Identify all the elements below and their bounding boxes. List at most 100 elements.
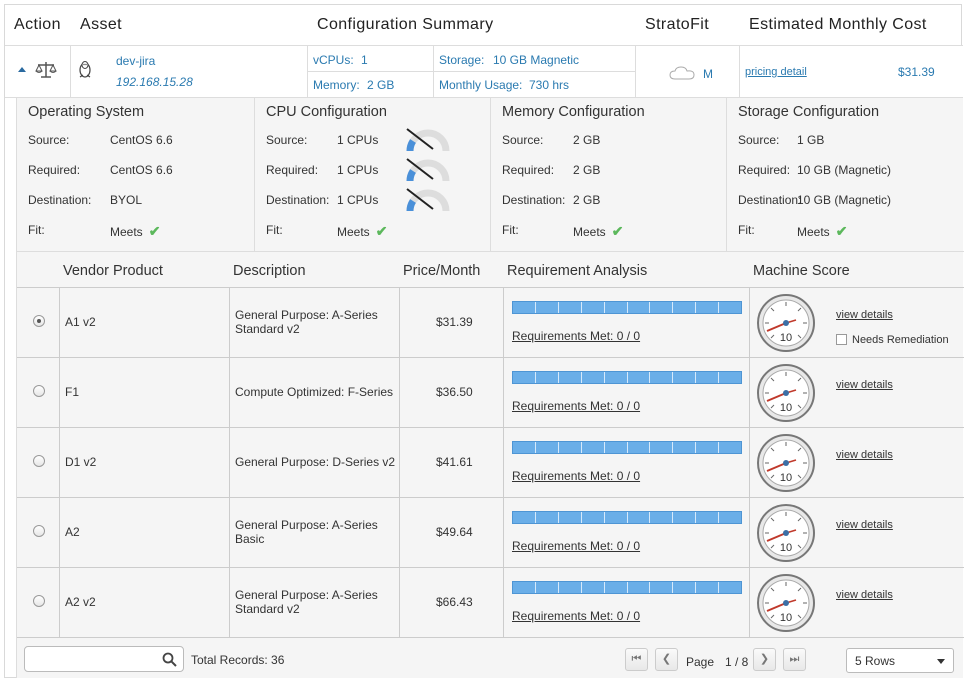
os-fit-label: Fit: bbox=[28, 223, 45, 237]
storage-source-label: Source: bbox=[738, 133, 780, 147]
storage-source: 1 GB bbox=[797, 133, 825, 147]
checkbox-box[interactable] bbox=[836, 334, 847, 345]
usage-value: 730 hrs bbox=[529, 78, 570, 92]
storage-config: Storage Configuration Source: 1 GB Requi… bbox=[727, 98, 964, 251]
col-requirement-analysis[interactable]: Requirement Analysis bbox=[507, 263, 647, 279]
needs-remediation-checkbox[interactable]: Needs Remediation bbox=[836, 334, 949, 346]
header-action: Action bbox=[14, 16, 61, 33]
select-radio[interactable] bbox=[33, 385, 45, 397]
search-icon[interactable] bbox=[162, 652, 177, 667]
col-description[interactable]: Description bbox=[233, 263, 306, 279]
needs-remediation-label: Needs Remediation bbox=[852, 334, 949, 346]
rows-per-page-select[interactable]: 5 Rows bbox=[846, 648, 954, 673]
description-line2: Standard v2 bbox=[235, 322, 300, 336]
check-icon: ✔ bbox=[148, 223, 161, 239]
storage-fit: Meets ✔ bbox=[797, 223, 847, 240]
asset-ip: 192.168.15.28 bbox=[116, 75, 193, 89]
select-cell bbox=[17, 358, 60, 428]
select-radio[interactable] bbox=[33, 525, 45, 537]
collapse-caret-icon[interactable] bbox=[18, 67, 26, 72]
cpu-title: CPU Configuration bbox=[266, 104, 387, 120]
page-label: Page bbox=[686, 655, 715, 669]
price-cell: $31.39 bbox=[400, 288, 504, 358]
view-details-link[interactable]: view details bbox=[836, 379, 893, 391]
cpu-dest-label: Destination: bbox=[266, 193, 330, 207]
memory-dest: 2 GB bbox=[573, 193, 601, 207]
cpu-source: 1 CPUs bbox=[337, 133, 379, 147]
score-value: 10 bbox=[780, 402, 792, 414]
view-details-link[interactable]: view details bbox=[836, 589, 893, 601]
next-page-button[interactable]: ❯ bbox=[753, 648, 776, 671]
score-value: 10 bbox=[780, 472, 792, 484]
price-value: $36.50 bbox=[436, 385, 473, 399]
requirements-met-link[interactable]: Requirements Met: 0 / 0 bbox=[512, 469, 640, 483]
memory-label: Memory: bbox=[313, 78, 360, 92]
view-details-link[interactable]: view details bbox=[836, 519, 893, 531]
table-header: Action Asset Configuration Summary Strat… bbox=[5, 5, 963, 45]
memory-source: 2 GB bbox=[573, 133, 601, 147]
col-vendor-product[interactable]: Vendor Product bbox=[63, 263, 163, 279]
description-line1: General Purpose: A-Series bbox=[235, 588, 378, 602]
memory-fit-text: Meets bbox=[573, 225, 606, 239]
table-row[interactable]: A2 General Purpose: A-Series Basic $49.64 Re… bbox=[17, 498, 964, 568]
requirement-progress-bar bbox=[512, 511, 742, 524]
requirement-progress-bar bbox=[512, 581, 742, 594]
migration-panel: Action Asset Configuration Summary Strat… bbox=[4, 4, 964, 678]
asset-name[interactable]: dev-jira bbox=[116, 54, 155, 68]
os-dest: BYOL bbox=[110, 193, 143, 207]
requirements-met-link[interactable]: Requirements Met: 0 / 0 bbox=[512, 609, 640, 623]
machine-score-gauge-icon: 10 bbox=[757, 504, 815, 562]
requirement-cell: Requirements Met: 0 / 0 bbox=[504, 498, 750, 568]
storage-required: 10 GB (Magnetic) bbox=[797, 163, 892, 177]
header-stratofit: StratoFit bbox=[645, 16, 710, 33]
description-line1: General Purpose: D-Series v2 bbox=[235, 455, 396, 469]
select-radio[interactable] bbox=[33, 595, 45, 607]
col-price-month[interactable]: Price/Month bbox=[403, 263, 480, 279]
price-value: $66.43 bbox=[436, 595, 473, 609]
product-name: F1 bbox=[65, 385, 80, 399]
table-row[interactable]: F1 Compute Optimized: F-Series $36.50 Requi… bbox=[17, 358, 964, 428]
col-machine-score[interactable]: Machine Score bbox=[753, 263, 850, 279]
os-required-label: Required: bbox=[28, 163, 81, 177]
machine-score-gauge-icon: 10 bbox=[757, 294, 815, 352]
storage-value: 10 GB Magnetic bbox=[493, 53, 580, 67]
score-value: 10 bbox=[780, 332, 792, 344]
header-asset: Asset bbox=[80, 16, 123, 33]
requirements-met-link[interactable]: Requirements Met: 0 / 0 bbox=[512, 539, 640, 553]
storage-dest: 10 GB (Magnetic) bbox=[797, 193, 892, 207]
os-title: Operating System bbox=[28, 104, 145, 120]
description-line1: General Purpose: A-Series bbox=[235, 308, 378, 322]
price-value: $41.61 bbox=[436, 455, 473, 469]
product-cell: A2 bbox=[60, 498, 230, 568]
last-page-button[interactable]: ⏭ bbox=[783, 648, 806, 671]
requirements-met-link[interactable]: Requirements Met: 0 / 0 bbox=[512, 399, 640, 413]
view-details-link[interactable]: view details bbox=[836, 449, 893, 461]
asset-cost: $31.39 bbox=[898, 65, 935, 79]
search-input[interactable] bbox=[24, 646, 184, 672]
cpu-fit-text: Meets bbox=[337, 225, 370, 239]
score-cell: 10 view details bbox=[750, 428, 964, 498]
storage-label: Storage: bbox=[439, 53, 485, 67]
vcpus-value: 1 bbox=[361, 53, 368, 67]
table-row[interactable]: D1 v2 General Purpose: D-Series v2 $41.61 R… bbox=[17, 428, 964, 498]
select-radio[interactable] bbox=[33, 315, 45, 327]
scale-icon[interactable] bbox=[35, 60, 57, 85]
requirements-met-link[interactable]: Requirements Met: 0 / 0 bbox=[512, 329, 640, 343]
requirement-cell: Requirements Met: 0 / 0 bbox=[504, 428, 750, 498]
table-row[interactable]: A2 v2 General Purpose: A-Series Standard v… bbox=[17, 568, 964, 638]
product-cell: F1 bbox=[60, 358, 230, 428]
memory-dest-label: Destination: bbox=[502, 193, 566, 207]
page-value: 1 / 8 bbox=[725, 655, 749, 669]
view-details-link[interactable]: view details bbox=[836, 309, 893, 321]
memory-value: 2 GB bbox=[367, 78, 395, 92]
cpu-gauge-icon bbox=[406, 128, 450, 152]
cpu-fit: Meets ✔ bbox=[337, 223, 387, 240]
cloud-icon bbox=[669, 66, 695, 85]
pricing-detail-link[interactable]: pricing detail bbox=[745, 66, 807, 78]
table-row[interactable]: A1 v2 General Purpose: A-Series Standard v… bbox=[17, 288, 964, 358]
select-radio[interactable] bbox=[33, 455, 45, 467]
os-required: CentOS 6.6 bbox=[110, 163, 173, 177]
memory-required: 2 GB bbox=[573, 163, 601, 177]
first-page-button[interactable]: ⏮ bbox=[625, 648, 648, 671]
prev-page-button[interactable]: ❮ bbox=[655, 648, 678, 671]
